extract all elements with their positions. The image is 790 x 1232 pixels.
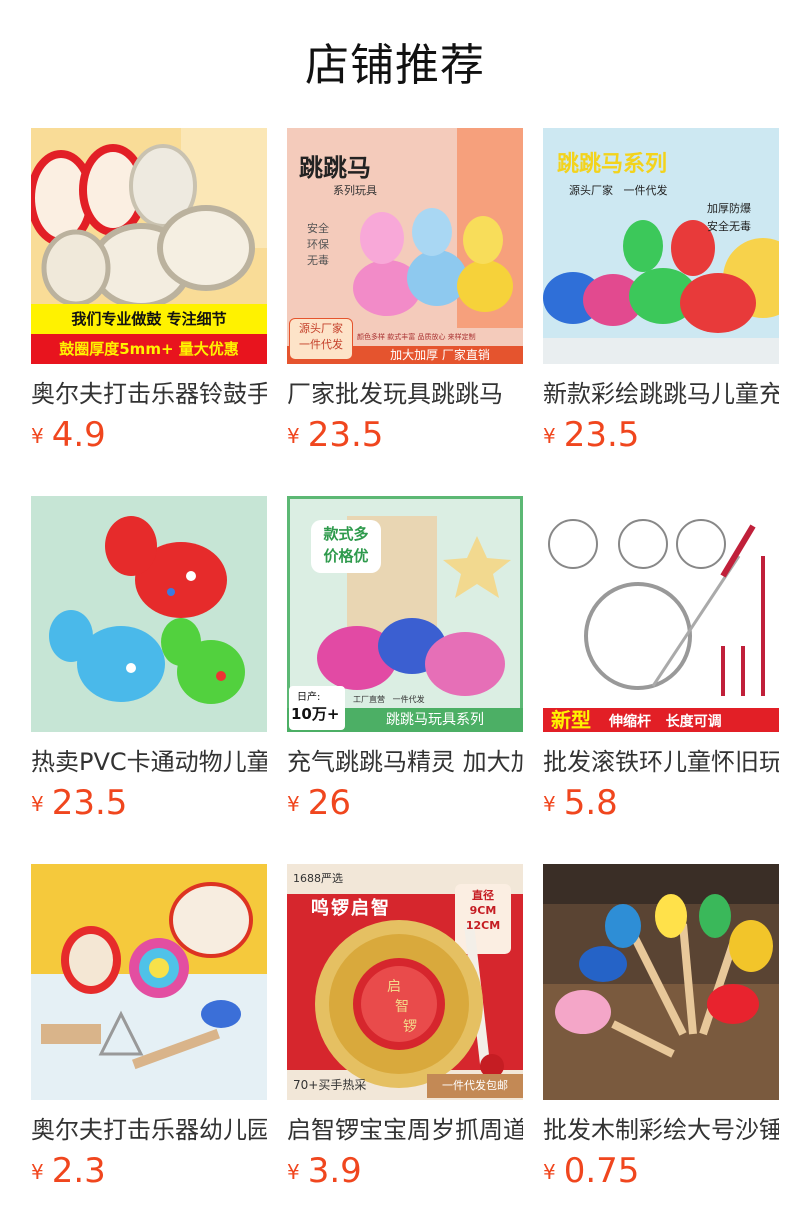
price-amount: 4.9 <box>51 415 106 455</box>
price-amount: 23.5 <box>51 783 128 823</box>
image-heading: 跳跳马系列 <box>557 152 668 177</box>
product-card[interactable]: 热卖PVC卡通动物儿童跳跳鹿 ¥23.5 <box>31 496 267 823</box>
product-price: ¥23.5 <box>287 415 523 455</box>
product-name[interactable]: 批发滚铁环儿童怀旧玩具 <box>543 745 779 779</box>
image-heading: 鸣锣启智 <box>311 898 391 919</box>
image-size-label: 直径 9CM 12CM <box>455 888 511 933</box>
currency-symbol: ¥ <box>287 1160 300 1184</box>
image-banner-text: 伸缩杆 长度可调 <box>609 714 722 730</box>
image-banner-new: 新型 <box>551 708 591 732</box>
product-card[interactable]: 新型 伸缩杆 长度可调 批发滚铁环儿童怀旧玩具 ¥5.8 <box>543 496 779 823</box>
price-amount: 23.5 <box>563 415 640 455</box>
price-amount: 23.5 <box>307 415 384 455</box>
image-bubble-line-2: 价格优 <box>323 547 369 565</box>
product-price: ¥26 <box>287 783 523 823</box>
image-banner: 加大加厚 厂家直销 <box>390 348 490 362</box>
product-price: ¥23.5 <box>543 415 779 455</box>
product-name[interactable]: 启智锣宝宝周岁抓周道具 <box>287 1113 523 1147</box>
image-gong-text-1: 启 <box>387 979 401 995</box>
price-amount: 0.75 <box>563 1151 640 1191</box>
product-card[interactable]: 跳跳马 系列玩具 安全 环保 无毒 源头厂家 一件代发 颜色多样 款式丰富 品质… <box>287 128 523 455</box>
product-image-pvc-deer[interactable] <box>31 496 267 732</box>
image-badge-line-2: 一件代发 <box>299 338 343 351</box>
image-daily-value: 10万+ <box>291 705 340 723</box>
product-card[interactable]: 批发木制彩绘大号沙锤 ¥0.75 <box>543 864 779 1191</box>
image-subheading: 源头厂家 一件代发 <box>569 184 668 197</box>
product-image-percussion-set[interactable] <box>31 864 267 1100</box>
image-bottom-left: 70+买手热采 <box>293 1078 367 1092</box>
product-name[interactable]: 新款彩绘跳跳马儿童充气 <box>543 377 779 411</box>
image-subheading: 系列玩具 <box>333 184 377 197</box>
image-bubble: 款式多 价格优 <box>311 520 381 573</box>
image-daily-box: 日产: 10万+ <box>289 686 345 730</box>
image-size-large: 12CM <box>465 919 501 932</box>
image-tag: 1688严选 <box>293 872 343 885</box>
currency-symbol: ¥ <box>287 792 300 816</box>
image-side-text-3: 无毒 <box>307 254 329 267</box>
product-price: ¥23.5 <box>31 783 267 823</box>
product-price: ¥0.75 <box>543 1151 779 1191</box>
maracas-illustration <box>543 864 779 1100</box>
image-side-text-1: 安全 <box>307 222 329 235</box>
product-price: ¥2.3 <box>31 1151 267 1191</box>
image-factory: 工厂直营 一件代发 <box>353 695 425 704</box>
product-name[interactable]: 厂家批发玩具跳跳马 <box>287 377 523 411</box>
currency-symbol: ¥ <box>543 424 556 448</box>
product-image-maracas[interactable] <box>543 864 779 1100</box>
product-image-jumping-horse[interactable]: 跳跳马 系列玩具 安全 环保 无毒 源头厂家 一件代发 颜色多样 款式丰富 品质… <box>287 128 523 364</box>
product-card[interactable]: 1688严选 鸣锣启智 直径 9CM 12CM 启 智 锣 70+买手热采 一件… <box>287 864 523 1191</box>
product-card[interactable]: 我们专业做鼓 专注细节 鼓圈厚度5mm+ 量大优惠 奥尔夫打击乐器铃鼓手拍鼓 ¥… <box>31 128 267 455</box>
product-image-inflatable-unicorn[interactable]: 款式多 价格优 日产: 10万+ 工厂直营 一件代发 跳跳马玩具系列 <box>287 496 523 732</box>
image-banner: 跳跳马玩具系列 <box>386 712 484 728</box>
product-card[interactable]: 跳跳马系列 源头厂家 一件代发 加厚防爆 安全无毒 新款彩绘跳跳马儿童充气 ¥2… <box>543 128 779 455</box>
product-name[interactable]: 热卖PVC卡通动物儿童跳跳鹿 <box>31 745 267 779</box>
product-image-gong[interactable]: 1688严选 鸣锣启智 直径 9CM 12CM 启 智 锣 70+买手热采 一件… <box>287 864 523 1100</box>
price-amount: 5.8 <box>563 783 618 823</box>
percussion-set-illustration <box>31 864 267 1100</box>
image-gong-text-3: 锣 <box>403 1019 417 1035</box>
product-image-painted-horse[interactable]: 跳跳马系列 源头厂家 一件代发 加厚防爆 安全无毒 <box>543 128 779 364</box>
image-badge-line-1: 源头厂家 <box>299 322 343 335</box>
image-banner-bottom: 鼓圈厚度5mm+ 量大优惠 <box>59 340 239 358</box>
currency-symbol: ¥ <box>31 1160 44 1184</box>
currency-symbol: ¥ <box>31 424 44 448</box>
image-side-text-1: 加厚防爆 <box>707 202 751 215</box>
page-title: 店铺推荐 <box>305 40 485 91</box>
image-side-text-2: 安全无毒 <box>707 220 751 233</box>
rolling-hoop-illustration <box>543 496 779 732</box>
currency-symbol: ¥ <box>543 792 556 816</box>
product-image-tambourine[interactable]: 我们专业做鼓 专注细节 鼓圈厚度5mm+ 量大优惠 <box>31 128 267 364</box>
image-badge: 源头厂家 一件代发 <box>289 318 353 360</box>
image-size-small: 9CM <box>469 904 497 917</box>
currency-symbol: ¥ <box>287 424 300 448</box>
product-card[interactable]: 奥尔夫打击乐器幼儿园套装 ¥2.3 <box>31 864 267 1191</box>
product-name[interactable]: 奥尔夫打击乐器铃鼓手拍鼓 <box>31 377 267 411</box>
image-banner-top: 我们专业做鼓 专注细节 <box>71 310 227 328</box>
currency-symbol: ¥ <box>31 792 44 816</box>
pvc-deer-illustration <box>31 496 267 732</box>
image-side-text-2: 环保 <box>307 238 329 251</box>
price-amount: 3.9 <box>307 1151 362 1191</box>
image-features: 颜色多样 款式丰富 品质放心 来样定制 <box>357 333 476 341</box>
product-name[interactable]: 奥尔夫打击乐器幼儿园套装 <box>31 1113 267 1147</box>
product-price: ¥5.8 <box>543 783 779 823</box>
currency-symbol: ¥ <box>543 1160 556 1184</box>
product-price: ¥4.9 <box>31 415 267 455</box>
product-name[interactable]: 充气跳跳马精灵 加大加厚 <box>287 745 523 779</box>
image-size-title: 直径 <box>472 889 494 902</box>
image-daily-label: 日产: <box>297 692 321 703</box>
product-card[interactable]: 款式多 价格优 日产: 10万+ 工厂直营 一件代发 跳跳马玩具系列 充气跳跳马… <box>287 496 523 823</box>
image-heading: 跳跳马 <box>299 154 371 182</box>
product-name[interactable]: 批发木制彩绘大号沙锤 <box>543 1113 779 1147</box>
image-gong-text-2: 智 <box>395 999 409 1015</box>
product-price: ¥3.9 <box>287 1151 523 1191</box>
image-bottom-right: 一件代发包邮 <box>427 1074 523 1098</box>
price-amount: 26 <box>307 783 351 823</box>
image-bubble-line-1: 款式多 <box>323 525 369 543</box>
product-image-rolling-hoop[interactable]: 新型 伸缩杆 长度可调 <box>543 496 779 732</box>
price-amount: 2.3 <box>51 1151 106 1191</box>
product-grid: 我们专业做鼓 专注细节 鼓圈厚度5mm+ 量大优惠 奥尔夫打击乐器铃鼓手拍鼓 ¥… <box>31 128 790 1191</box>
